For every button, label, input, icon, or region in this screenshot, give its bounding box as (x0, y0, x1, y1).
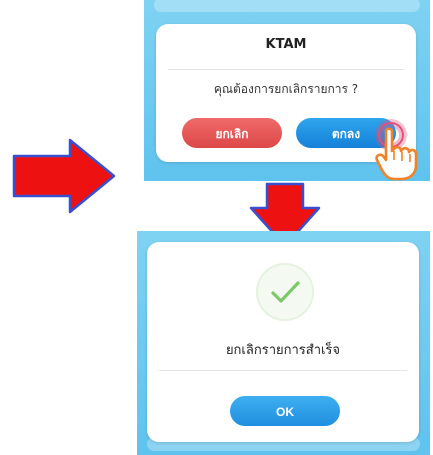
confirm-message: คุณต้องการยกเลิกรายการ ? (213, 82, 359, 96)
cancel-button[interactable]: ยกเลิก (182, 118, 282, 148)
success-ok-button[interactable]: OK (230, 396, 340, 426)
confirm-dialog: KTAM คุณต้องการยกเลิกรายการ ? ยกเลิก ตกล… (156, 24, 418, 181)
dialog-title: KTAM (265, 37, 307, 52)
success-screen: ยกเลิกรายการสำเร็จ OK (137, 231, 430, 455)
confirm-screen: KTAM คุณต้องการยกเลิกรายการ ? ยกเลิก ตกล… (144, 0, 430, 181)
dialog-divider (168, 69, 404, 70)
success-circle (256, 263, 314, 321)
check-icon (271, 281, 300, 303)
success-message: ยกเลิกรายการสำเร็จ (225, 343, 341, 358)
success-dialog: ยกเลิกรายการสำเร็จ OK (147, 242, 419, 442)
arrow-right-icon (12, 138, 116, 214)
pointing-hand-icon (375, 127, 418, 181)
dialog-divider (159, 370, 407, 371)
